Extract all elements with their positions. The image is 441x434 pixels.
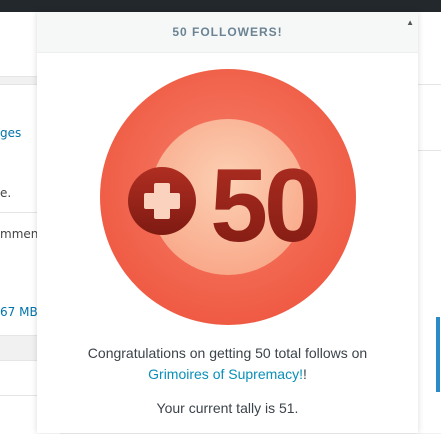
message-suffix: ! [302,366,307,382]
congratulations-message: Congratulations on getting 50 total foll… [37,343,418,385]
background-text: mmen [0,227,39,241]
scrollbar-thumb[interactable] [436,317,440,392]
milestone-badge: 50 [100,69,356,325]
background-divider [418,150,441,151]
scroll-up-arrow-icon[interactable]: ▲ [406,18,414,27]
background-divider [418,84,441,85]
followers-milestone-modal: 50 FOLLOWERS! ▲ 50 Congratulations on ge… [37,12,418,433]
plus-icon [128,167,196,235]
current-tally: Your current tally is 51. [156,400,299,416]
modal-header: 50 FOLLOWERS! ▲ [37,12,418,53]
badge-number: 50 [210,148,318,264]
background-link-text[interactable]: 67 MB [0,305,38,319]
site-link[interactable]: Grimoires of Supremacy! [148,366,303,382]
background-link-text[interactable]: ges [0,126,21,140]
background-text: e. [0,186,12,200]
admin-top-bar [0,0,441,12]
message-prefix: Congratulations on getting 50 total foll… [87,345,368,361]
modal-title: 50 FOLLOWERS! [172,25,283,39]
